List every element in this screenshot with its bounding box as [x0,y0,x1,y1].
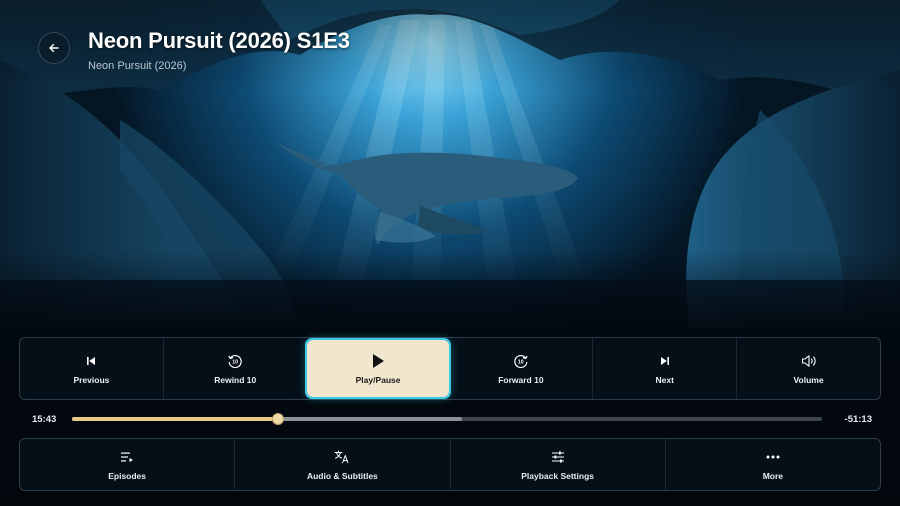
episode-title: Neon Pursuit (2026) S1E3 [88,28,350,53]
more-label: More [762,470,784,481]
rewind-10-button[interactable]: 10 Rewind 10 [162,338,307,399]
video-frame [0,0,900,506]
rewind-10-icon: 10 [228,354,242,368]
forward-10-button[interactable]: 10 Forward 10 [449,338,592,399]
previous-label: Previous [73,374,110,385]
options-bar: Episodes Audio & Subtitles Playback Sett… [19,438,881,491]
played-bar [72,417,279,421]
episodes-button[interactable]: Episodes [20,439,234,490]
volume-icon [801,354,816,367]
arrow-left-icon [49,43,59,53]
next-button[interactable]: Next [592,338,736,399]
episodes-label: Episodes [108,470,147,481]
playback-settings-label: Playback Settings [521,470,594,481]
back-button[interactable] [38,32,70,64]
next-label: Next [655,374,674,385]
more-button[interactable]: More [664,439,880,490]
skip-next-icon [660,356,669,365]
audio-subtitles-button[interactable]: Audio & Subtitles [234,439,449,490]
previous-button[interactable]: Previous [20,338,163,399]
forward-10-label: Forward 10 [498,374,544,385]
audio-subtitles-label: Audio & Subtitles [306,470,378,481]
episodes-list-icon [121,452,134,462]
volume-button[interactable]: Volume [736,338,880,399]
volume-label: Volume [793,374,824,385]
more-dots-icon [766,455,780,458]
progress-track[interactable] [72,413,822,425]
video-player: Neon Pursuit (2026) S1E3 Neon Pursuit (2… [0,0,900,506]
elapsed-time: 15:43 [32,414,57,425]
sliders-icon [551,451,564,462]
playback-controls: Previous 10 Rewind 10 Play/Pause 10 Forw… [19,337,881,400]
play-pause-button[interactable]: Play/Pause [304,338,452,399]
svg-text:10: 10 [518,359,524,365]
play-icon [373,353,385,368]
translate-icon [334,450,349,463]
underwater-whale-scene [0,0,900,506]
skip-previous-icon [87,356,96,365]
remaining-time: -51:13 [844,414,872,425]
play-pause-label: Play/Pause [355,374,401,385]
svg-text:10: 10 [233,359,239,365]
playback-settings-button[interactable]: Playback Settings [449,439,665,490]
rewind-10-label: Rewind 10 [214,374,257,385]
forward-10-icon: 10 [514,354,528,368]
series-subtitle: Neon Pursuit (2026) [88,60,187,72]
